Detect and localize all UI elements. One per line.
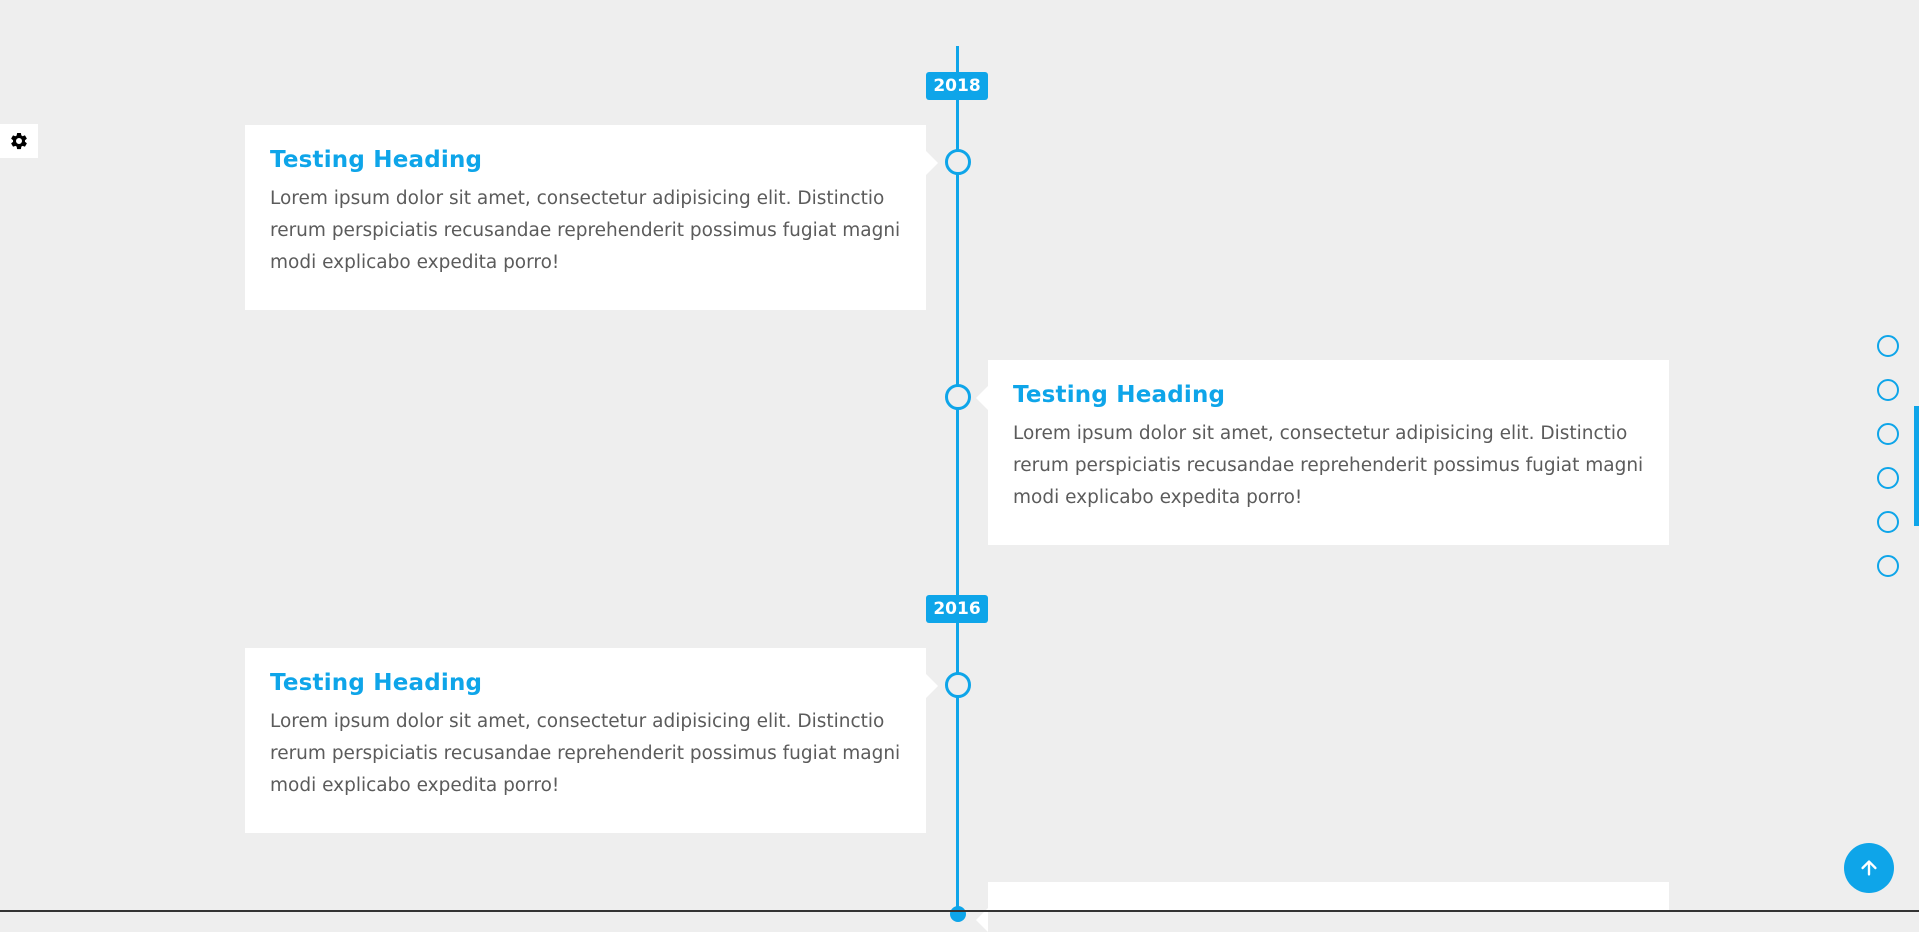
- dot-nav-item[interactable]: [1877, 423, 1899, 445]
- card-body: Lorem ipsum dolor sit amet, consectetur …: [1013, 423, 1644, 508]
- timeline-card: Testing Heading Lorem ipsum dolor sit am…: [976, 360, 1669, 545]
- back-to-top-button[interactable]: [1844, 843, 1894, 893]
- card-heading: Testing Heading: [270, 670, 483, 696]
- dot-nav-item[interactable]: [1877, 511, 1899, 533]
- gear-icon: [11, 132, 27, 150]
- arrow-up-icon: [1861, 860, 1877, 876]
- settings-button[interactable]: [0, 124, 38, 158]
- dot-nav-item[interactable]: [1877, 335, 1899, 357]
- card-heading: Testing Heading: [270, 147, 483, 173]
- timeline-card: Testing Heading Lorem ipsum dolor sit am…: [245, 648, 938, 833]
- dot-nav-item[interactable]: [1877, 467, 1899, 489]
- scroll-indicator: [1914, 406, 1919, 526]
- dot-nav-item[interactable]: [1877, 555, 1899, 577]
- dot-nav-item[interactable]: [1877, 379, 1899, 401]
- timeline-line: [956, 46, 959, 912]
- timeline-card: Testing Heading Lorem ipsum dolor sit am…: [245, 125, 938, 310]
- card-heading: Testing Heading: [1013, 382, 1226, 408]
- year-badge: 2018: [926, 72, 988, 100]
- card-body: Lorem ipsum dolor sit amet, consectetur …: [270, 711, 901, 796]
- timeline-node: [945, 672, 971, 698]
- timeline-node: [945, 149, 971, 175]
- card-body: Lorem ipsum dolor sit amet, consectetur …: [270, 188, 901, 273]
- timeline-card: [976, 882, 1669, 932]
- timeline-node: [950, 906, 966, 922]
- year-badge: 2016: [926, 595, 988, 623]
- timeline-node: [945, 384, 971, 410]
